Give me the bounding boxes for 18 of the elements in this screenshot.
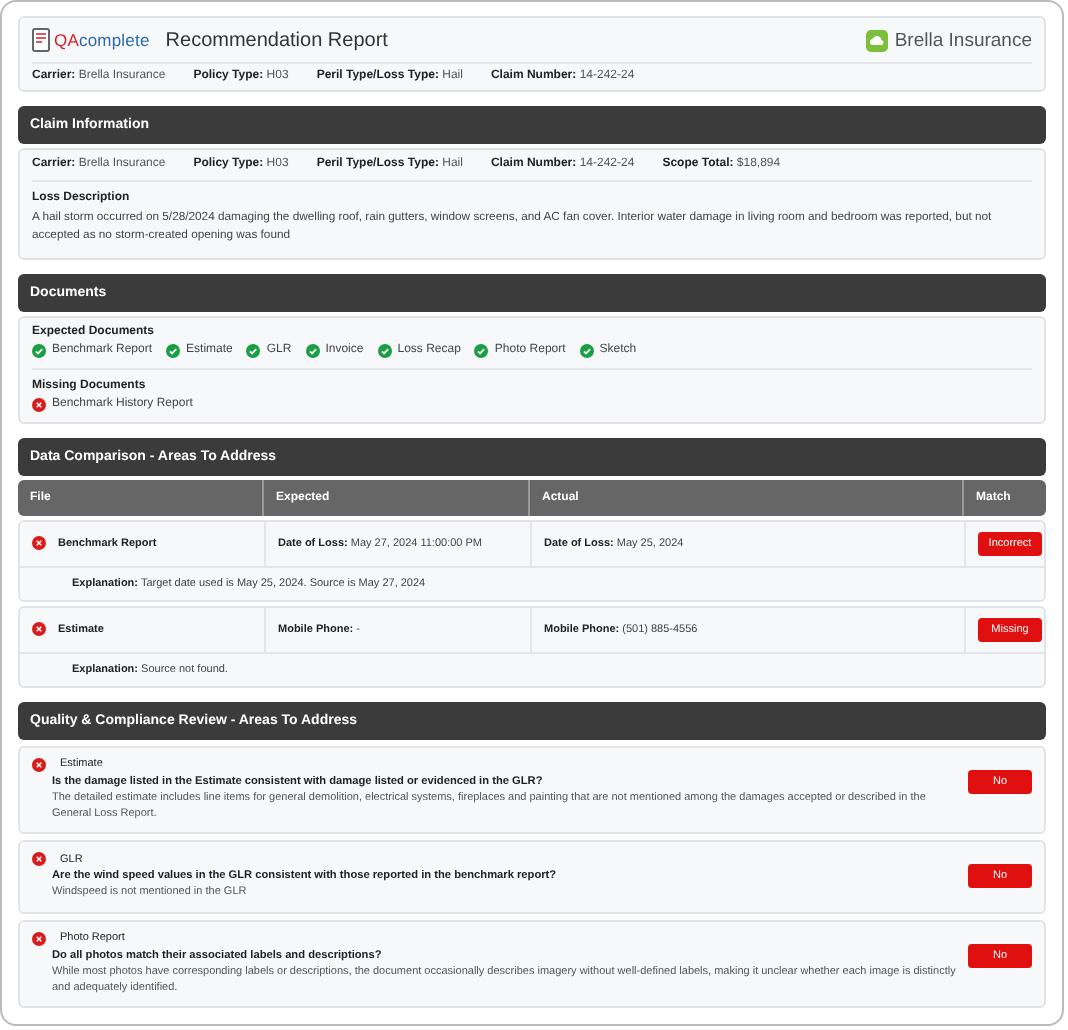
document-icon [32, 28, 50, 52]
brand-name: Brella Insurance [894, 29, 1032, 51]
x-icon [32, 931, 46, 946]
check-icon [166, 343, 181, 358]
x-icon [32, 757, 46, 772]
x-icon [32, 397, 46, 412]
check-icon [474, 343, 489, 358]
cloud-icon [866, 29, 889, 51]
check-icon [305, 343, 320, 358]
x-icon [32, 852, 46, 867]
logo-text: QAcomplete [54, 30, 150, 50]
x-icon [32, 536, 46, 551]
x-icon [32, 622, 46, 637]
report-title: Recommendation Report [165, 29, 388, 51]
check-icon [579, 343, 594, 358]
check-icon [377, 343, 392, 358]
check-icon [246, 343, 261, 358]
check-icon [32, 343, 46, 358]
